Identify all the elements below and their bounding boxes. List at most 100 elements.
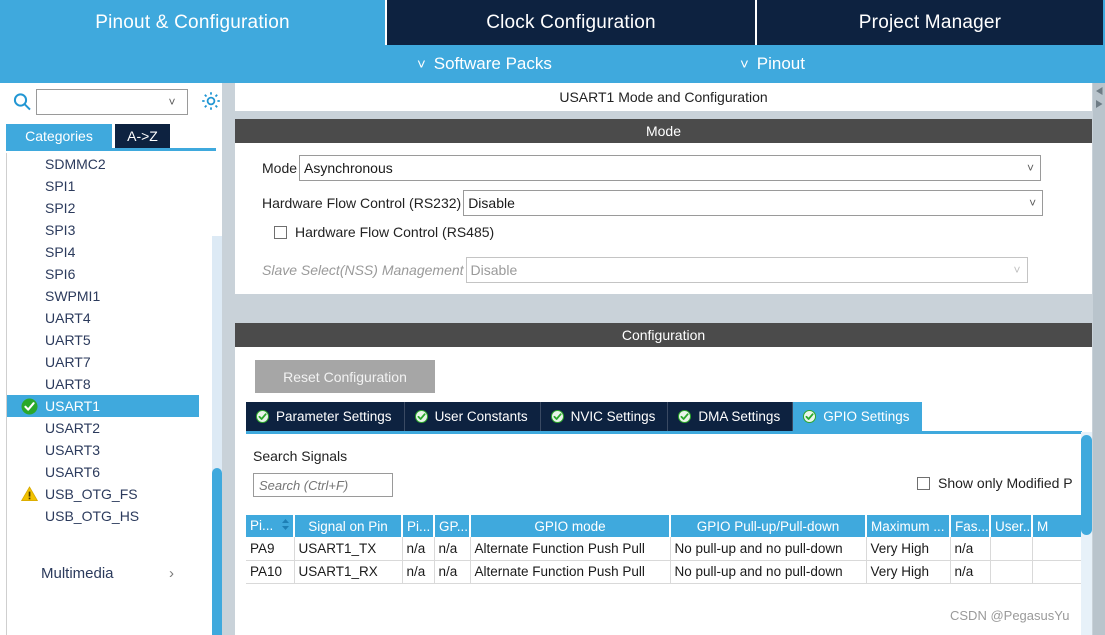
column-header-gpio-pull[interactable]: GPIO Pull-up/Pull-down <box>670 515 866 537</box>
sidebar-item-usb-otg-fs[interactable]: USB_OTG_FS <box>7 483 212 505</box>
tab-project-manager[interactable]: Project Manager <box>757 0 1103 45</box>
sidebar-search-combo[interactable]: ˅ <box>36 89 188 115</box>
chevron-down-icon: ˅ <box>1014 263 1021 277</box>
list-item[interactable]: SDMMC2 <box>7 153 212 175</box>
tab-nvic-settings-label: NVIC Settings <box>571 409 656 424</box>
sidebar-group-multimedia[interactable]: Multimedia › <box>7 561 212 587</box>
configuration-tab-strip: Parameter Settings User Constants NVIC S… <box>246 402 922 431</box>
sidebar-item-usart1[interactable]: USART1 <box>7 395 199 417</box>
list-item[interactable]: USART2 <box>7 417 212 439</box>
signal-search-box[interactable] <box>253 473 393 497</box>
watermark-text: CSDN @PegasusYu <box>950 608 1069 623</box>
gear-icon[interactable] <box>199 89 223 113</box>
tab-a-to-z[interactable]: A->Z <box>115 124 170 148</box>
stm32cubemx-window: Pinout & Configuration Clock Configurati… <box>0 0 1105 635</box>
show-only-modified-row[interactable]: Show only Modified P <box>917 475 1073 491</box>
tab-pinout-configuration[interactable]: Pinout & Configuration <box>0 0 385 45</box>
list-item[interactable]: SPI4 <box>7 241 212 263</box>
tab-nvic-settings[interactable]: NVIC Settings <box>541 402 669 431</box>
column-header-gpio-output[interactable]: GP... <box>434 515 470 537</box>
page-title: USART1 Mode and Configuration <box>235 83 1092 111</box>
peripheral-label: UART7 <box>45 354 91 370</box>
column-header-maximum-speed-label: Maximum ... <box>871 519 945 534</box>
mode-select[interactable]: Asynchronous ˅ <box>299 155 1041 181</box>
column-header-gpio-output-label: GP... <box>439 519 468 534</box>
tab-categories-label: Categories <box>25 128 93 144</box>
show-only-modified-checkbox[interactable] <box>917 477 930 490</box>
list-item[interactable]: SPI6 <box>7 263 212 285</box>
tab-categories[interactable]: Categories <box>6 124 112 148</box>
cell-fast-mode: n/a <box>950 560 990 583</box>
sidebar-group-label: Multimedia <box>41 565 114 582</box>
tab-user-constants[interactable]: User Constants <box>405 402 541 431</box>
hardware-flow-control-rs485-checkbox[interactable] <box>274 226 287 239</box>
column-header-user-label[interactable]: User... <box>990 515 1032 537</box>
scroll-up-arrow-icon[interactable] <box>1094 84 1104 94</box>
column-header-signal-on-pin-label: Signal on Pin <box>308 519 388 534</box>
list-item[interactable]: USB_OTG_HS <box>7 505 212 527</box>
peripheral-label: SWPMI1 <box>45 288 100 304</box>
cell-user-label[interactable] <box>990 560 1032 583</box>
column-header-modified[interactable]: M <box>1032 515 1082 537</box>
column-header-gpio-mode[interactable]: GPIO mode <box>470 515 670 537</box>
cell-maximum-speed[interactable]: Very High <box>866 537 950 560</box>
mode-select-value: Asynchronous <box>304 160 393 176</box>
peripheral-label: USART3 <box>45 442 100 458</box>
tab-parameter-settings[interactable]: Parameter Settings <box>246 402 405 431</box>
table-row[interactable]: PA10 USART1_RX n/a n/a Alternate Functio… <box>246 560 1082 583</box>
table-header-row: Pi... Signal on Pin Pi... GP... GPIO mod… <box>246 515 1082 537</box>
watermark: CSDN @PegasusYu <box>950 608 1069 623</box>
tab-gpio-settings[interactable]: GPIO Settings <box>793 402 921 431</box>
peripheral-label: USB_OTG_FS <box>45 486 138 502</box>
cell-user-label[interactable] <box>990 537 1032 560</box>
tab-project-manager-label: Project Manager <box>859 12 1001 34</box>
list-item[interactable]: UART5 <box>7 329 212 351</box>
list-item[interactable]: UART4 <box>7 307 212 329</box>
column-header-signal-on-pin[interactable]: Signal on Pin <box>294 515 402 537</box>
table-scrollbar-thumb[interactable] <box>1081 435 1092 535</box>
tab-a-to-z-label: A->Z <box>127 128 158 144</box>
cell-gpio-mode[interactable]: Alternate Function Push Pull <box>470 560 670 583</box>
field-mode: Mode Asynchronous ˅ <box>262 155 1041 181</box>
list-item[interactable]: SPI1 <box>7 175 212 197</box>
column-header-pin-context[interactable]: Pi... <box>402 515 434 537</box>
reset-configuration-button[interactable]: Reset Configuration <box>255 360 435 393</box>
sidebar-scrollbar-thumb[interactable] <box>212 468 222 635</box>
chevron-right-icon: › <box>169 561 174 587</box>
tab-dma-settings[interactable]: DMA Settings <box>668 402 793 431</box>
cell-modified <box>1032 537 1082 560</box>
list-item[interactable]: UART8 <box>7 373 212 395</box>
field-hardware-flow-control-rs232: Hardware Flow Control (RS232) Disable ˅ <box>262 190 1043 216</box>
list-item[interactable]: USART6 <box>7 461 212 483</box>
search-input[interactable] <box>37 91 161 113</box>
hardware-flow-control-rs232-select[interactable]: Disable ˅ <box>463 190 1043 216</box>
list-item[interactable]: UART7 <box>7 351 212 373</box>
tab-clock-configuration[interactable]: Clock Configuration <box>385 0 757 45</box>
sort-arrows-icon <box>281 518 290 534</box>
list-item[interactable]: SPI3 <box>7 219 212 241</box>
column-header-fast-mode[interactable]: Fas... <box>950 515 990 537</box>
reset-configuration-label: Reset Configuration <box>283 369 407 385</box>
mode-section-header-label: Mode <box>646 123 681 139</box>
column-header-pin-name[interactable]: Pi... <box>246 515 294 537</box>
tab-dma-settings-label: DMA Settings <box>698 409 780 424</box>
table-row[interactable]: PA9 USART1_TX n/a n/a Alternate Function… <box>246 537 1082 560</box>
category-tab-underline <box>6 148 216 151</box>
peripheral-label: SPI1 <box>45 178 75 194</box>
cell-gpio-pull[interactable]: No pull-up and no pull-down <box>670 560 866 583</box>
menu-pinout[interactable]: ˅ Pinout <box>740 45 805 83</box>
chevron-down-icon[interactable]: ˅ <box>161 95 183 109</box>
cell-gpio-pull[interactable]: No pull-up and no pull-down <box>670 537 866 560</box>
signal-search-input[interactable] <box>254 474 392 496</box>
field-hardware-flow-control-rs485[interactable]: Hardware Flow Control (RS485) <box>274 224 494 240</box>
configuration-tab-underline <box>246 431 1082 434</box>
panel-scrollbar[interactable] <box>1093 83 1105 635</box>
cell-maximum-speed[interactable]: Very High <box>866 560 950 583</box>
scroll-down-arrow-icon[interactable] <box>1094 97 1104 107</box>
column-header-maximum-speed[interactable]: Maximum ... <box>866 515 950 537</box>
list-item[interactable]: USART3 <box>7 439 212 461</box>
menu-software-packs[interactable]: ˅ Software Packs <box>417 45 552 83</box>
list-item[interactable]: SPI2 <box>7 197 212 219</box>
cell-gpio-mode[interactable]: Alternate Function Push Pull <box>470 537 670 560</box>
list-item[interactable]: SWPMI1 <box>7 285 212 307</box>
